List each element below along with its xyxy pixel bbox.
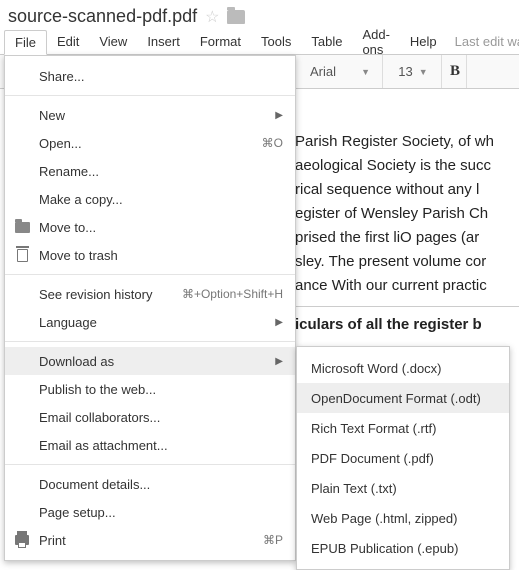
chevron-right-icon: ▶ bbox=[275, 356, 283, 367]
menu-tools[interactable]: Tools bbox=[251, 30, 301, 53]
submenu-item-txt[interactable]: Plain Text (.txt) bbox=[297, 473, 509, 503]
submenu-item-pdf[interactable]: PDF Document (.pdf) bbox=[297, 443, 509, 473]
menu-item-move-to[interactable]: Move to... bbox=[5, 213, 295, 241]
separator bbox=[5, 464, 295, 465]
menubar: File Edit View Insert Format Tools Table… bbox=[0, 29, 519, 55]
menu-item-print[interactable]: Print⌘P bbox=[5, 526, 295, 554]
menu-item-move-to-trash[interactable]: Move to trash bbox=[5, 241, 295, 269]
body-line: sley. The present volume cor bbox=[295, 250, 519, 274]
menu-file[interactable]: File bbox=[4, 30, 47, 55]
menu-edit[interactable]: Edit bbox=[47, 30, 89, 53]
menu-item-download-as[interactable]: Download as▶ bbox=[5, 347, 295, 375]
menu-insert[interactable]: Insert bbox=[137, 30, 190, 53]
last-edit-text[interactable]: Last edit was bbox=[455, 34, 519, 49]
separator bbox=[5, 274, 295, 275]
download-as-submenu: Microsoft Word (.docx) OpenDocument Form… bbox=[296, 346, 510, 570]
body-line: ance With our current practic bbox=[295, 274, 519, 298]
body-line: aeological Society is the succ bbox=[295, 154, 519, 178]
chevron-down-icon: ▼ bbox=[419, 67, 428, 77]
trash-icon bbox=[14, 247, 30, 263]
submenu-item-rtf[interactable]: Rich Text Format (.rtf) bbox=[297, 413, 509, 443]
body-line: Parish Register Society, of wh bbox=[295, 130, 519, 154]
separator bbox=[5, 341, 295, 342]
menu-view[interactable]: View bbox=[89, 30, 137, 53]
body-line: prised the first liO pages (ar bbox=[295, 226, 519, 250]
menu-item-email-collaborators[interactable]: Email collaborators... bbox=[5, 403, 295, 431]
print-icon bbox=[14, 532, 30, 548]
menu-item-page-setup[interactable]: Page setup... bbox=[5, 498, 295, 526]
submenu-item-html[interactable]: Web Page (.html, zipped) bbox=[297, 503, 509, 533]
menu-help[interactable]: Help bbox=[400, 30, 447, 53]
separator bbox=[5, 95, 295, 96]
file-menu-dropdown: Share... New▶ Open...⌘O Rename... Make a… bbox=[4, 55, 296, 561]
folder-icon bbox=[14, 219, 30, 235]
submenu-item-odt[interactable]: OpenDocument Format (.odt) bbox=[297, 383, 509, 413]
font-size: 13 bbox=[398, 64, 412, 79]
chevron-right-icon: ▶ bbox=[275, 110, 283, 121]
font-name: Arial bbox=[310, 64, 336, 79]
menu-item-make-copy[interactable]: Make a copy... bbox=[5, 185, 295, 213]
shortcut: ⌘+Option+Shift+H bbox=[182, 287, 283, 301]
chevron-down-icon: ▼ bbox=[361, 67, 370, 77]
body-line: iculars of all the register b bbox=[295, 313, 519, 337]
menu-item-email-attachment[interactable]: Email as attachment... bbox=[5, 431, 295, 459]
menu-format[interactable]: Format bbox=[190, 30, 251, 53]
folder-icon[interactable] bbox=[227, 10, 245, 24]
menu-item-rename[interactable]: Rename... bbox=[5, 157, 295, 185]
star-icon[interactable]: ☆ bbox=[205, 7, 219, 27]
body-line: rical sequence without any l bbox=[295, 178, 519, 202]
chevron-right-icon: ▶ bbox=[275, 317, 283, 328]
shortcut: ⌘O bbox=[262, 136, 283, 150]
separator bbox=[295, 306, 519, 307]
bold-button[interactable]: B bbox=[450, 63, 460, 80]
font-size-select[interactable]: 13 ▼ bbox=[391, 60, 435, 84]
body-line: egister of Wensley Parish Ch bbox=[295, 202, 519, 226]
document-title[interactable]: source-scanned-pdf.pdf bbox=[8, 6, 197, 27]
menu-item-open[interactable]: Open...⌘O bbox=[5, 129, 295, 157]
submenu-item-epub[interactable]: EPUB Publication (.epub) bbox=[297, 533, 509, 563]
menu-item-share[interactable]: Share... bbox=[5, 62, 295, 90]
menu-item-new[interactable]: New▶ bbox=[5, 101, 295, 129]
menu-item-language[interactable]: Language▶ bbox=[5, 308, 295, 336]
menu-item-document-details[interactable]: Document details... bbox=[5, 470, 295, 498]
submenu-item-docx[interactable]: Microsoft Word (.docx) bbox=[297, 353, 509, 383]
menu-item-revision-history[interactable]: See revision history⌘+Option+Shift+H bbox=[5, 280, 295, 308]
shortcut: ⌘P bbox=[263, 533, 283, 547]
font-select[interactable]: Arial ▼ bbox=[304, 60, 376, 84]
menu-item-publish-web[interactable]: Publish to the web... bbox=[5, 375, 295, 403]
menu-table[interactable]: Table bbox=[301, 30, 352, 53]
